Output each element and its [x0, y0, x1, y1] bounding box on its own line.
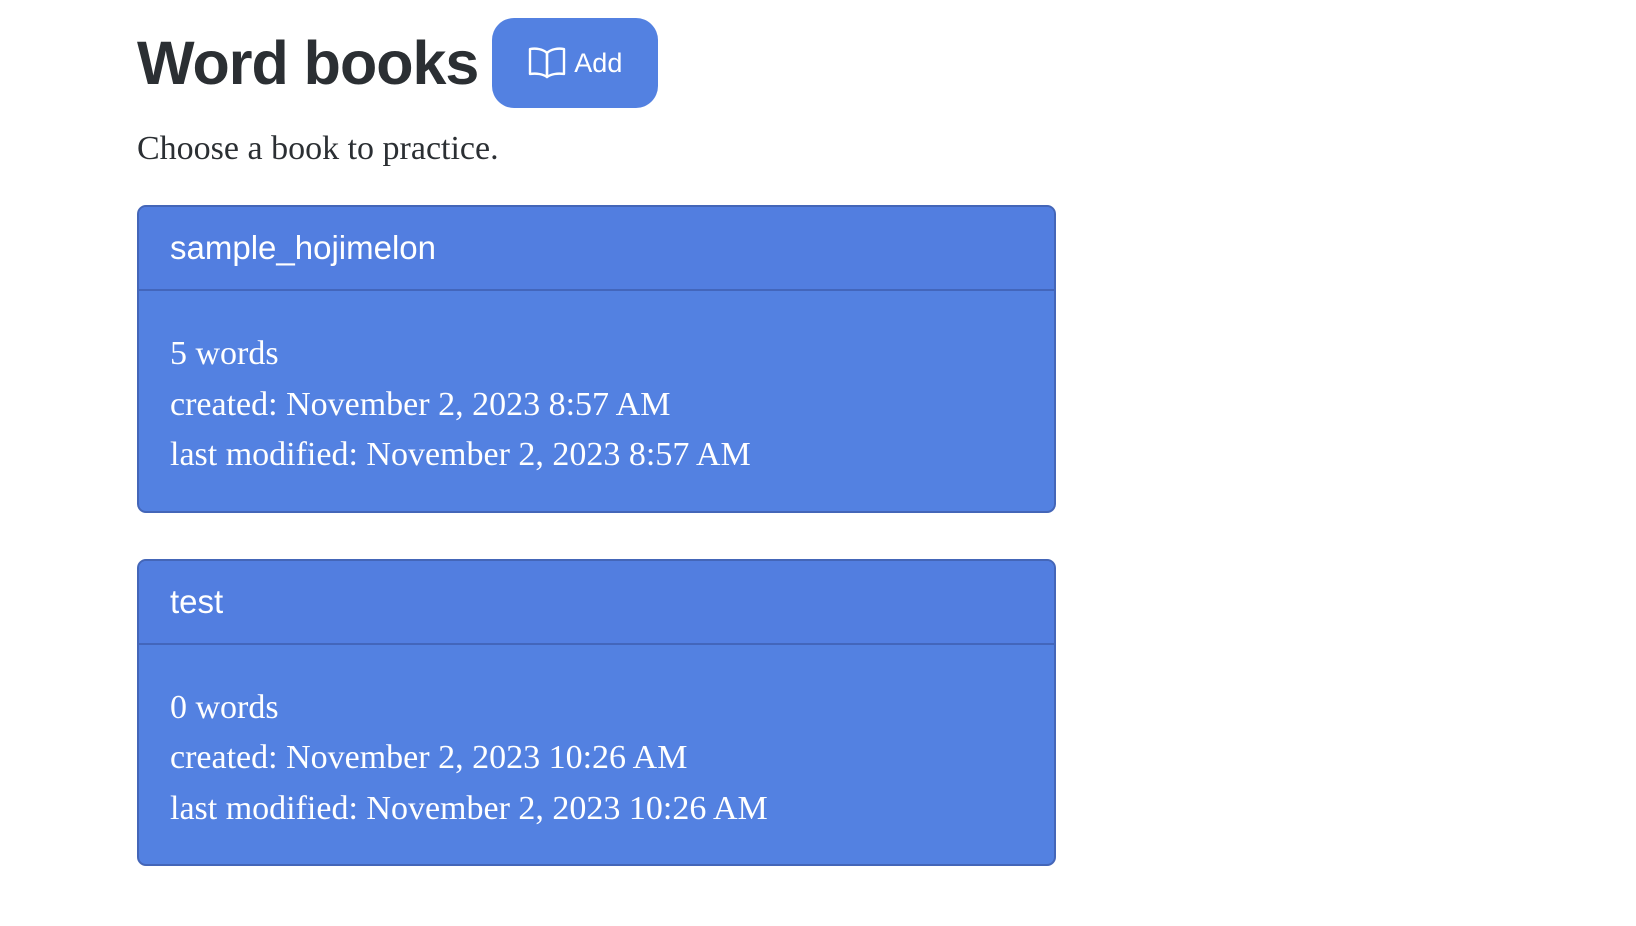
book-name: test [139, 560, 1054, 645]
book-created: created: November 2, 2023 8:57 AM [170, 385, 671, 423]
word-books-page: Word books Add Choose a book to practice… [0, 0, 1636, 926]
book-details: 5 words created: November 2, 2023 8:57 A… [139, 291, 1054, 511]
book-card-sample-hojimelon[interactable]: sample_hojimelon 5 words created: Novemb… [137, 205, 1056, 513]
book-name: sample_hojimelon [139, 207, 1054, 291]
page-title: Word books [137, 28, 479, 97]
book-word-count: 0 words [170, 688, 279, 726]
heading-row: Word books Add [137, 18, 659, 108]
page-subtitle: Choose a book to practice. [137, 130, 499, 167]
book-created: created: November 2, 2023 10:26 AM [170, 739, 688, 776]
add-button-label: Add [574, 47, 623, 78]
open-book-icon [528, 46, 566, 80]
book-details: 0 words created: November 2, 2023 10:26 … [139, 645, 1054, 865]
book-list: sample_hojimelon 5 words created: Novemb… [137, 205, 1056, 912]
book-card-test[interactable]: test 0 words created: November 2, 2023 1… [137, 558, 1056, 866]
add-book-button[interactable]: Add [492, 18, 659, 108]
book-last-modified: last modified: November 2, 2023 10:26 AM [170, 789, 768, 827]
book-last-modified: last modified: November 2, 2023 8:57 AM [170, 436, 751, 473]
book-word-count: 5 words [170, 335, 279, 372]
